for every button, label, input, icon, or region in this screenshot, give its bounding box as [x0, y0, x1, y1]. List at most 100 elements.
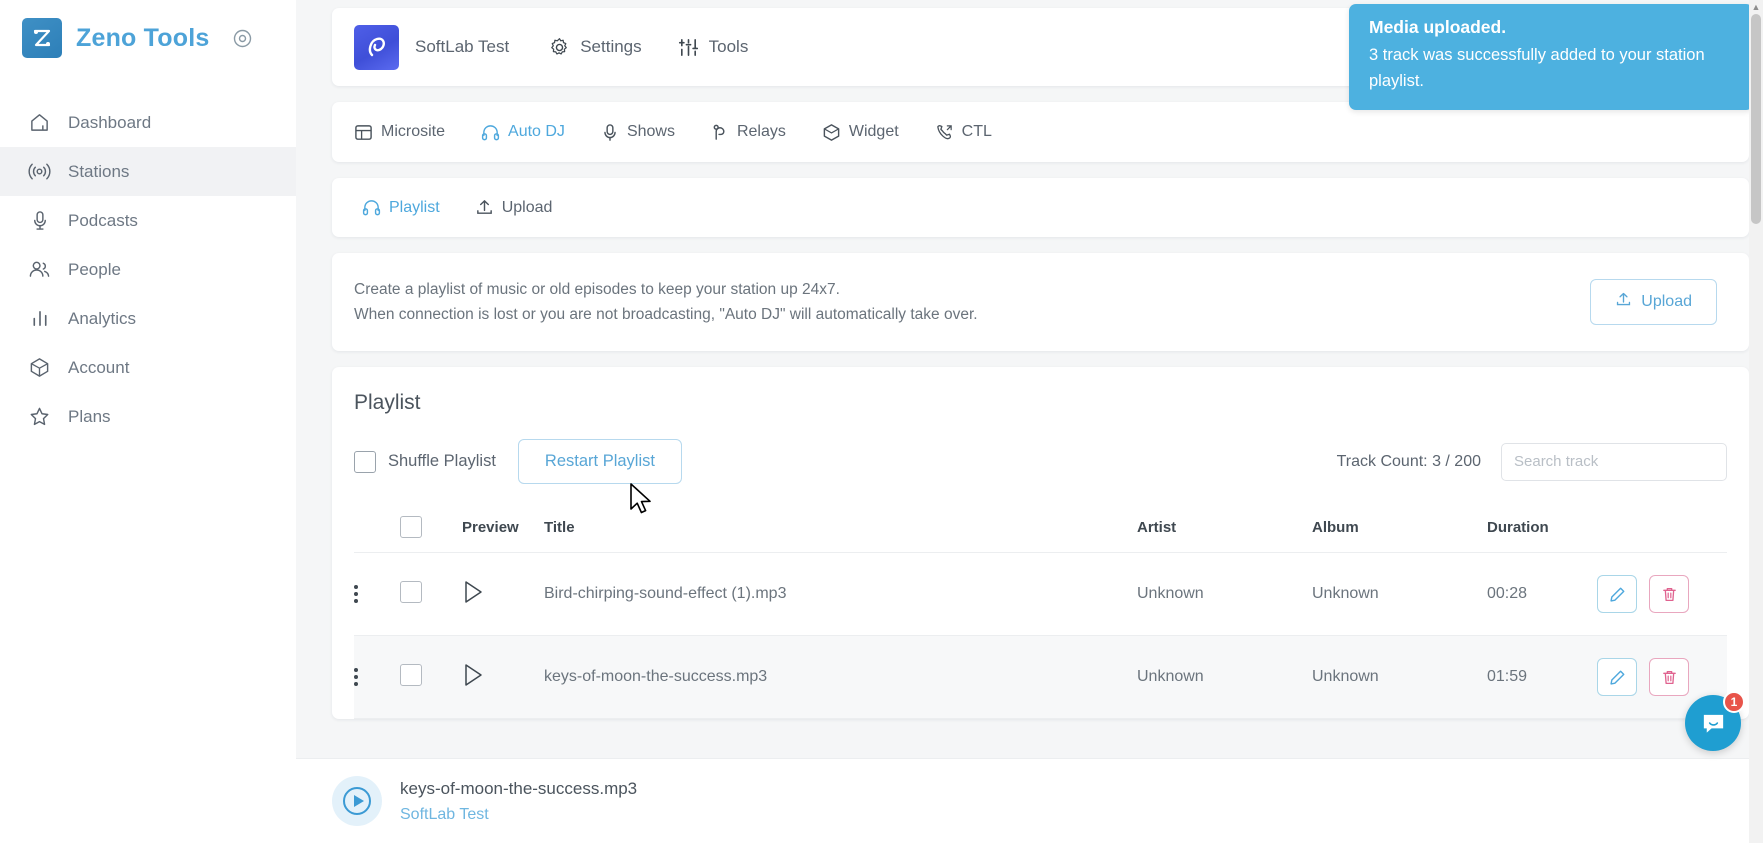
sliders-icon: [678, 37, 699, 58]
delete-track-button[interactable]: [1649, 575, 1689, 613]
settings-link[interactable]: Settings: [549, 37, 642, 58]
toast-notification[interactable]: Media uploaded. 3 track was successfully…: [1349, 4, 1753, 110]
row-album: Unknown: [1312, 635, 1487, 719]
autodj-subtabs: Playlist Upload: [332, 178, 1749, 237]
kebab-menu-icon[interactable]: [354, 668, 400, 686]
subtab-playlist[interactable]: Playlist: [362, 198, 440, 217]
player-meta: keys-of-moon-the-success.mp3 SoftLab Tes…: [400, 779, 637, 824]
row-album: Unknown: [1312, 552, 1487, 636]
microphone-icon: [28, 210, 51, 231]
player-play-button[interactable]: [332, 776, 382, 826]
tools-link[interactable]: Tools: [678, 37, 749, 58]
edit-track-button[interactable]: [1597, 658, 1637, 696]
info-line-2: When connection is lost or you are not b…: [354, 306, 978, 323]
sidebar-item-label: Account: [68, 357, 130, 377]
sidebar-item-people[interactable]: People: [0, 245, 296, 294]
info-line-1: Create a playlist of music or old episod…: [354, 281, 840, 298]
col-menu: [354, 504, 400, 553]
col-actions: [1597, 504, 1727, 553]
broadcast-icon: [28, 161, 51, 182]
tools-label: Tools: [708, 37, 749, 56]
delete-track-button[interactable]: [1649, 658, 1689, 696]
tab-label: Shows: [626, 123, 675, 140]
sidebar-item-label: People: [68, 259, 121, 279]
tab-label: Microsite: [381, 123, 446, 140]
station-avatar: [354, 24, 399, 70]
upload-button[interactable]: Upload: [1590, 279, 1717, 325]
subtab-upload[interactable]: Upload: [475, 198, 552, 217]
scroll-thumb[interactable]: [1751, 14, 1761, 224]
scroll-up-arrow[interactable]: ▲: [1749, 0, 1763, 14]
edit-track-button[interactable]: [1597, 575, 1637, 613]
sidebar-item-analytics[interactable]: Analytics: [0, 294, 296, 343]
table-row[interactable]: keys-of-moon-the-success.mp3 Unknown Unk…: [354, 635, 1727, 719]
tab-label: CTL: [961, 123, 992, 140]
sidebar-item-label: Podcasts: [68, 210, 138, 230]
row-select-cell: [400, 552, 462, 636]
sidebar-item-account[interactable]: Account: [0, 343, 296, 392]
table-row[interactable]: Bird-chirping-sound-effect (1).mp3 Unkno…: [354, 552, 1727, 636]
row-checkbox[interactable]: [400, 580, 422, 603]
kebab-menu-icon[interactable]: [354, 585, 400, 603]
tab-relays[interactable]: Relays: [711, 123, 786, 142]
relay-icon: [711, 123, 729, 142]
play-icon[interactable]: [462, 663, 484, 691]
row-duration: 01:59: [1487, 635, 1597, 719]
tab-label: Relays: [736, 123, 786, 140]
shuffle-playlist-checkbox[interactable]: Shuffle Playlist: [354, 450, 496, 473]
sidebar-item-dashboard[interactable]: Dashboard: [0, 98, 296, 147]
brand[interactable]: Zeno Tools: [0, 0, 296, 76]
settings-label: Settings: [580, 37, 642, 56]
bar-chart-icon: [28, 308, 51, 329]
row-checkbox[interactable]: [400, 663, 422, 686]
sidebar-item-stations[interactable]: Stations: [0, 147, 296, 196]
layout-icon: [354, 123, 373, 142]
playlist-card: Playlist Shuffle Playlist Restart Playli…: [332, 367, 1749, 719]
brand-name: Zeno Tools: [76, 23, 210, 52]
tab-microsite[interactable]: Microsite: [354, 123, 445, 142]
row-title: keys-of-moon-the-success.mp3: [544, 635, 1137, 719]
box-icon: [28, 357, 51, 378]
tab-ctl[interactable]: CTL: [935, 123, 992, 142]
tab-label: Auto DJ: [508, 123, 565, 140]
playlist-table: Preview Title Artist Album Duration Bird…: [354, 504, 1727, 719]
upload-button-label: Upload: [1641, 293, 1692, 310]
col-select-all: [400, 504, 462, 553]
playlist-title: Playlist: [354, 391, 421, 414]
playlist-table-head: Preview Title Artist Album Duration: [354, 504, 1727, 553]
select-all-checkbox[interactable]: [400, 516, 422, 538]
sidebar-nav: Dashboard Stations Podcasts People Analy…: [0, 98, 296, 441]
users-icon: [28, 259, 51, 280]
vertical-scrollbar[interactable]: ▲: [1749, 0, 1763, 843]
playlist-controls-right: Track Count: 3 / 200: [1337, 442, 1727, 481]
sidebar-item-label: Plans: [68, 406, 111, 426]
play-icon[interactable]: [462, 580, 484, 608]
col-album: Album: [1312, 504, 1487, 553]
sidebar-item-plans[interactable]: Plans: [0, 392, 296, 441]
player-station-link[interactable]: SoftLab Test: [400, 806, 637, 824]
autodj-info-card: Create a playlist of music or old episod…: [332, 253, 1749, 351]
toast-title: Media uploaded.: [1369, 17, 1507, 37]
app-root: Zeno Tools Dashboard Stations Podcasts P…: [0, 0, 1763, 843]
tab-shows[interactable]: Shows: [601, 123, 675, 142]
upload-icon: [475, 198, 494, 217]
row-preview-cell: [462, 635, 544, 719]
row-select-cell: [400, 635, 462, 719]
table-header-row: Preview Title Artist Album Duration: [354, 504, 1727, 553]
row-duration: 00:28: [1487, 552, 1597, 636]
sidebar-item-label: Dashboard: [68, 112, 152, 132]
gear-icon: [549, 37, 570, 58]
restart-playlist-button[interactable]: Restart Playlist: [517, 439, 682, 484]
tab-label: Widget: [848, 123, 899, 140]
station-tabs: Microsite Auto DJ Shows Relays Widget CT…: [332, 102, 1749, 162]
target-icon[interactable]: [233, 29, 252, 48]
tab-widget[interactable]: Widget: [822, 123, 899, 142]
cube-icon: [822, 123, 841, 142]
sidebar-item-podcasts[interactable]: Podcasts: [0, 196, 296, 245]
col-artist: Artist: [1137, 504, 1312, 553]
col-title: Title: [544, 504, 1137, 553]
search-track-input[interactable]: [1501, 442, 1727, 481]
shuffle-playlist-label: Shuffle Playlist: [388, 452, 496, 470]
intercom-launcher-button[interactable]: 1: [1685, 691, 1745, 751]
tab-auto-dj[interactable]: Auto DJ: [481, 123, 565, 142]
